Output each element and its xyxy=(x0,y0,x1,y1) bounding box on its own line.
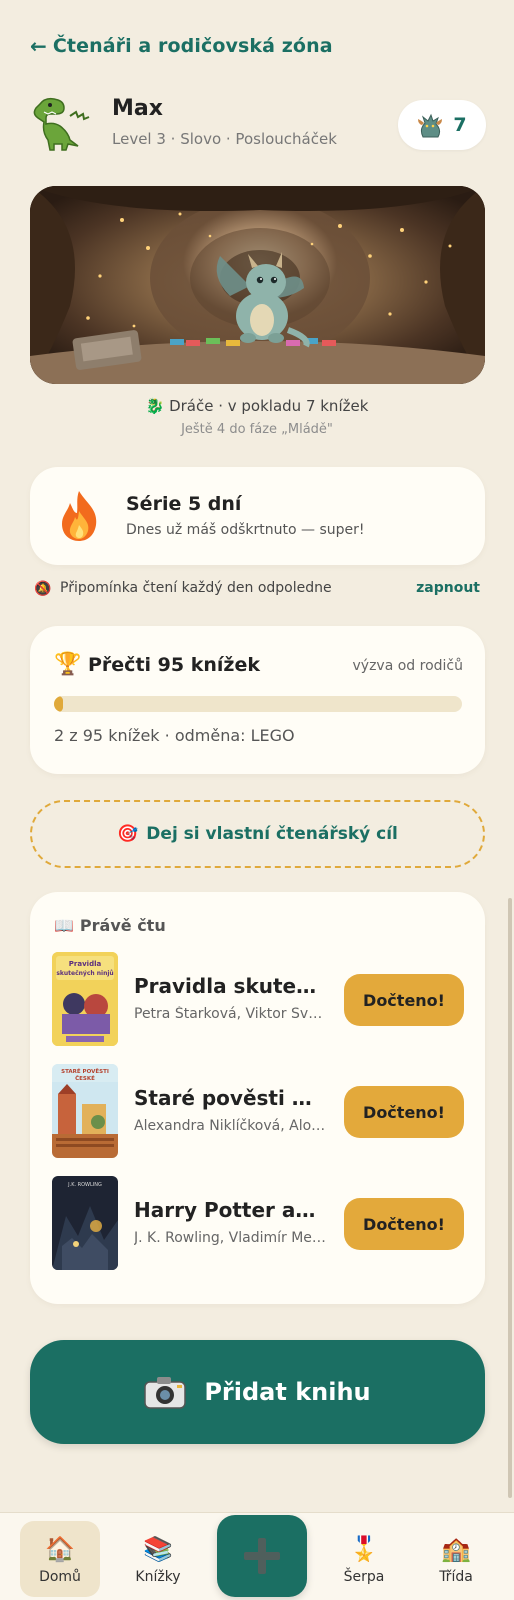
profile-name: Max xyxy=(112,96,163,121)
back-link[interactable]: ← Čtenáři a rodičovská zóna xyxy=(30,34,333,58)
back-link-label: Čtenáři a rodičovská zóna xyxy=(52,35,333,57)
streak-subtitle: Dnes už máš odškrtnuto — super! xyxy=(126,522,365,538)
book-title: Staré pověsti české xyxy=(134,1086,322,1110)
set-own-goal-button[interactable]: 🎯 Dej si vlastní čtenářský cíl xyxy=(30,800,485,868)
nav-books[interactable]: 📚 Knížky xyxy=(118,1521,198,1597)
medal-icon: 🎖️ xyxy=(349,1535,379,1563)
streak-card[interactable]: Série 5 dní Dnes už máš odškrtnuto — sup… xyxy=(30,467,485,565)
reminder-text: Připomínka čtení každý den odpoledne xyxy=(60,580,332,596)
bottom-navigation: 🏠 Domů 📚 Knížky 🎖️ Šerpa 🏫 Třída xyxy=(0,1512,514,1600)
svg-text:skutečných ninjů: skutečných ninjů xyxy=(56,970,113,977)
books-icon: 📚 xyxy=(143,1535,173,1563)
currently-reading-heading: 📖 Právě čtu xyxy=(54,916,166,935)
book-row[interactable]: Pravidla skutečných ninjů Pravidla skute… xyxy=(52,952,464,1048)
nav-home[interactable]: 🏠 Domů xyxy=(20,1521,100,1597)
nav-class[interactable]: 🏫 Třída xyxy=(416,1521,496,1597)
nav-add-button[interactable] xyxy=(217,1515,307,1597)
dragon-next-stage: Ještě 4 do fáze „Mládě" xyxy=(181,422,333,437)
reminder-enable-button[interactable]: zapnout xyxy=(416,580,480,596)
book-author: J. K. Rowling, Vladimír Medek xyxy=(134,1230,326,1246)
goal-progress-bar xyxy=(54,696,462,712)
svg-text:Pravidla: Pravidla xyxy=(69,960,102,968)
streak-title: Série 5 dní xyxy=(126,493,242,515)
book-title: Pravidla skutečných ninjů xyxy=(134,974,322,998)
dragon-status: 🐉 Dráče · v pokladu 7 knížek xyxy=(145,397,369,415)
nav-home-label: Domů xyxy=(39,1569,81,1585)
goal-title: Přečti 95 knížek xyxy=(88,654,260,676)
add-book-label: Přidat knihu xyxy=(204,1378,371,1406)
book-cover: STARÉ POVĚSTI ČESKÉ xyxy=(52,1064,118,1158)
book-row[interactable]: J.K. ROWLING Harry Potter a Kámen mudrců… xyxy=(52,1176,464,1272)
book-cover: Pravidla skutečných ninjů xyxy=(52,952,118,1046)
dragon-count-badge[interactable]: 7 xyxy=(398,100,486,150)
book-title: Harry Potter a Kámen mudrců xyxy=(134,1198,322,1222)
book-author: Alexandra Niklíčková, Alois Jirásek xyxy=(134,1118,326,1134)
house-icon: 🏠 xyxy=(45,1535,75,1563)
nav-sash-label: Šerpa xyxy=(343,1569,385,1585)
svg-text:ČESKÉ: ČESKÉ xyxy=(75,1074,95,1082)
camera-icon xyxy=(144,1377,187,1409)
profile-header: Max Level 3 · Slovo · Posloucháček 7 xyxy=(30,94,486,158)
dragon-cave-illustration xyxy=(30,186,485,384)
mark-finished-button[interactable]: Dočteno! xyxy=(344,1086,464,1138)
nav-books-label: Knížky xyxy=(135,1569,181,1585)
bell-muted-icon: 🔕 xyxy=(34,581,52,597)
mark-finished-button[interactable]: Dočteno! xyxy=(344,1198,464,1250)
school-icon: 🏫 xyxy=(441,1535,471,1563)
nav-sash[interactable]: 🎖️ Šerpa xyxy=(324,1521,404,1597)
svg-text:J.K. ROWLING: J.K. ROWLING xyxy=(67,1182,102,1188)
goal-source-tag: výzva od rodičů xyxy=(352,658,464,674)
open-book-icon: 📖 xyxy=(54,916,74,935)
set-own-goal-label: Dej si vlastní čtenářský cíl xyxy=(146,824,398,844)
flame-icon xyxy=(62,491,97,541)
book-row[interactable]: STARÉ POVĚSTI ČESKÉ Staré pověsti české … xyxy=(52,1064,464,1160)
dragon-icon xyxy=(418,113,443,138)
svg-text:STARÉ POVĚSTI: STARÉ POVĚSTI xyxy=(61,1067,109,1075)
dinosaur-avatar-icon[interactable] xyxy=(30,94,96,152)
add-book-button[interactable]: Přidat knihu xyxy=(30,1340,485,1444)
profile-level: Level 3 · Slovo · Posloucháček xyxy=(112,130,337,148)
dragon-small-icon: 🐉 xyxy=(145,397,165,415)
arrow-left-icon: ← xyxy=(30,34,47,58)
reading-goal-card[interactable]: 🏆 Přečti 95 knížek výzva od rodičů 2 z 9… xyxy=(30,626,485,774)
currently-reading-card: 📖 Právě čtu Pravidla skutečných ninjů Pr… xyxy=(30,892,485,1304)
plus-icon xyxy=(244,1538,280,1574)
goal-summary: 2 z 95 knížek · odměna: LEGO xyxy=(54,726,295,745)
reading-reminder: 🔕 Připomínka čtení každý den odpoledne z… xyxy=(34,580,480,602)
dragon-count: 7 xyxy=(453,114,467,136)
book-cover: J.K. ROWLING xyxy=(52,1176,118,1270)
goal-progress-fill xyxy=(54,696,63,712)
target-icon: 🎯 xyxy=(117,824,139,844)
mark-finished-button[interactable]: Dočteno! xyxy=(344,974,464,1026)
nav-class-label: Třída xyxy=(439,1569,473,1585)
trophy-icon: 🏆 xyxy=(54,652,82,677)
scrollbar-thumb[interactable] xyxy=(508,898,512,1498)
book-author: Petra Štarková, Viktor Svoboda xyxy=(134,1006,326,1022)
